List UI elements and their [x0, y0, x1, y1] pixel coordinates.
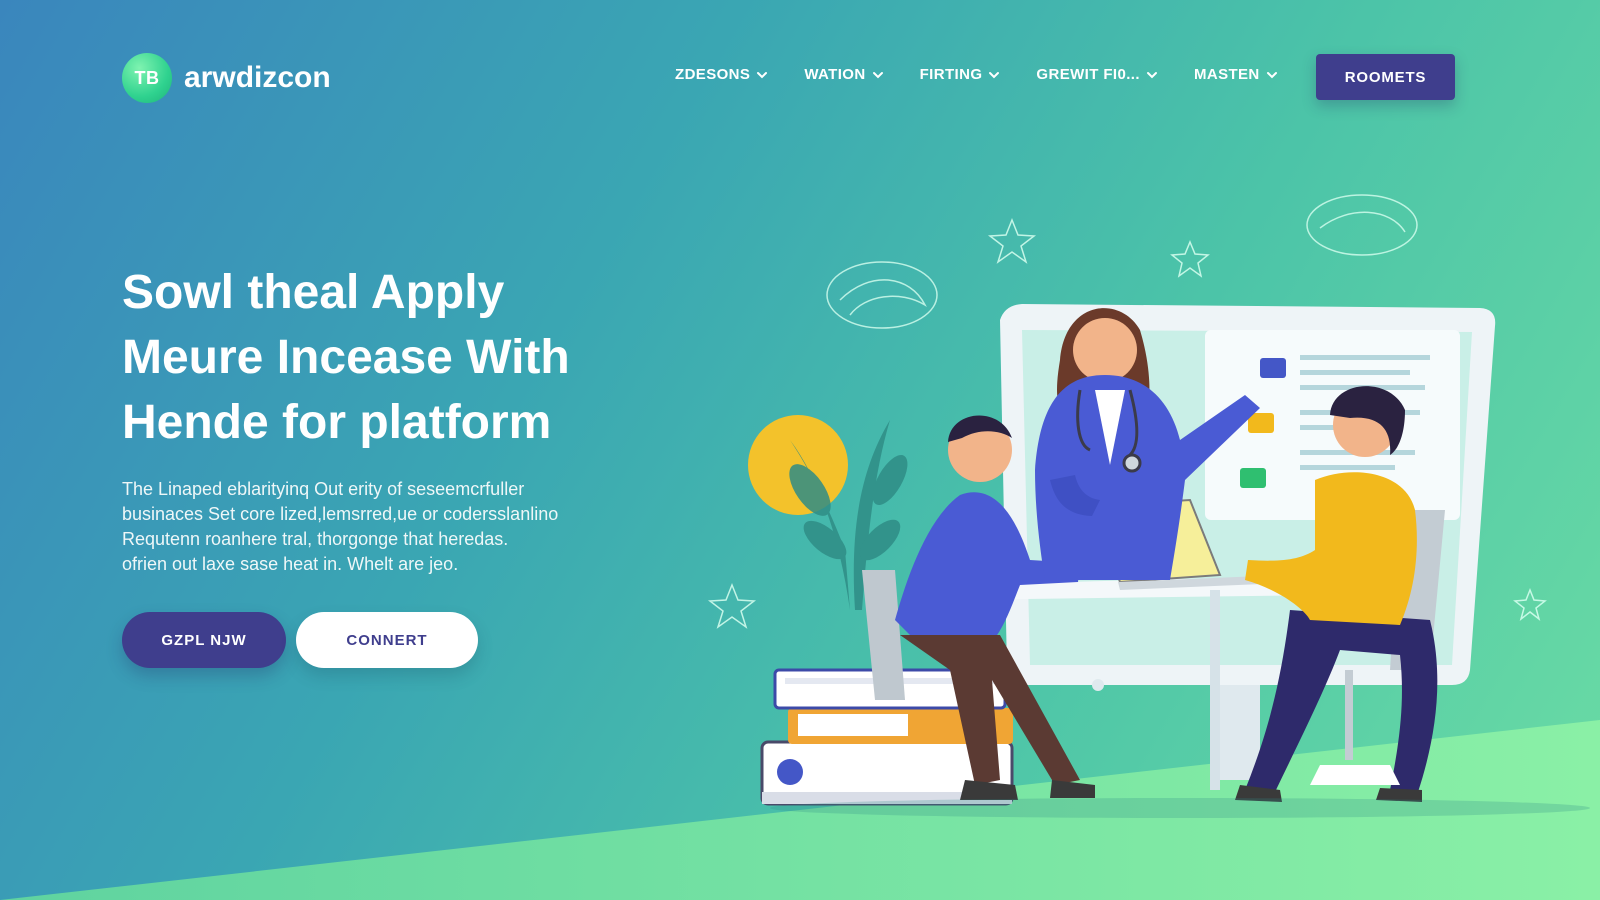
nav-item-label: GREWIT FI0...	[1036, 66, 1140, 83]
nav-item-label: MASTEN	[1193, 66, 1260, 83]
main-nav: ZDESONS WATION FIRTING GREWIT FI0... MAS…	[675, 66, 1278, 83]
logo-mark: TB	[122, 53, 172, 103]
logo[interactable]: TB arwdizcon	[122, 53, 331, 103]
hero-description-line: businaces Set core lized,lemsrred,ue or …	[122, 504, 559, 524]
connect-button[interactable]: CONNERT	[296, 612, 478, 668]
hero-title-line: Hende for platform	[122, 396, 552, 449]
site-header: TB arwdizcon ZDESONS WATION FIRTING GREW…	[0, 0, 1600, 160]
hero-description: The Linaped eblarityinq Out erity of ses…	[122, 477, 682, 577]
hero-illustration	[707, 194, 1590, 818]
nav-item-masten[interactable]: MASTEN	[1194, 66, 1278, 83]
header-cta-button[interactable]: ROOMETS	[1316, 54, 1455, 100]
brand-name: arwdizcon	[184, 61, 331, 94]
hero-description-line: Requtenn roanhere tral, thorgonge that h…	[122, 529, 509, 549]
hero-title: Sowl theal Apply Meure Incease With Hend…	[122, 260, 682, 455]
nav-item-zdesons[interactable]: ZDESONS	[675, 66, 768, 83]
nav-item-wation[interactable]: WATION	[804, 66, 883, 83]
primary-cta-button[interactable]: GZPL NJW	[122, 612, 286, 668]
chevron-down-icon	[757, 71, 768, 78]
nav-item-label: FIRTING	[919, 66, 983, 83]
hero-title-line: Meure Incease With	[122, 331, 570, 384]
chevron-down-icon	[872, 71, 883, 78]
hero-section: Sowl theal Apply Meure Incease With Hend…	[122, 260, 682, 595]
hero-buttons: GZPL NJW CONNERT	[122, 612, 478, 668]
nav-item-label: ZDESONS	[675, 66, 751, 83]
chevron-down-icon	[1146, 71, 1157, 78]
nav-item-label: WATION	[804, 66, 866, 83]
hero-title-line: Sowl theal Apply	[122, 266, 505, 319]
nav-item-grewit[interactable]: GREWIT FI0...	[1036, 66, 1158, 83]
hero-description-line: The Linaped eblarityinq Out erity of ses…	[122, 479, 525, 499]
chevron-down-icon	[1266, 71, 1277, 78]
floor-shadow	[770, 798, 1590, 818]
chevron-down-icon	[989, 71, 1000, 78]
nav-item-firting[interactable]: FIRTING	[920, 66, 1001, 83]
hero-description-line: ofrien out laxe sase heat in. Whelt are …	[122, 554, 459, 574]
